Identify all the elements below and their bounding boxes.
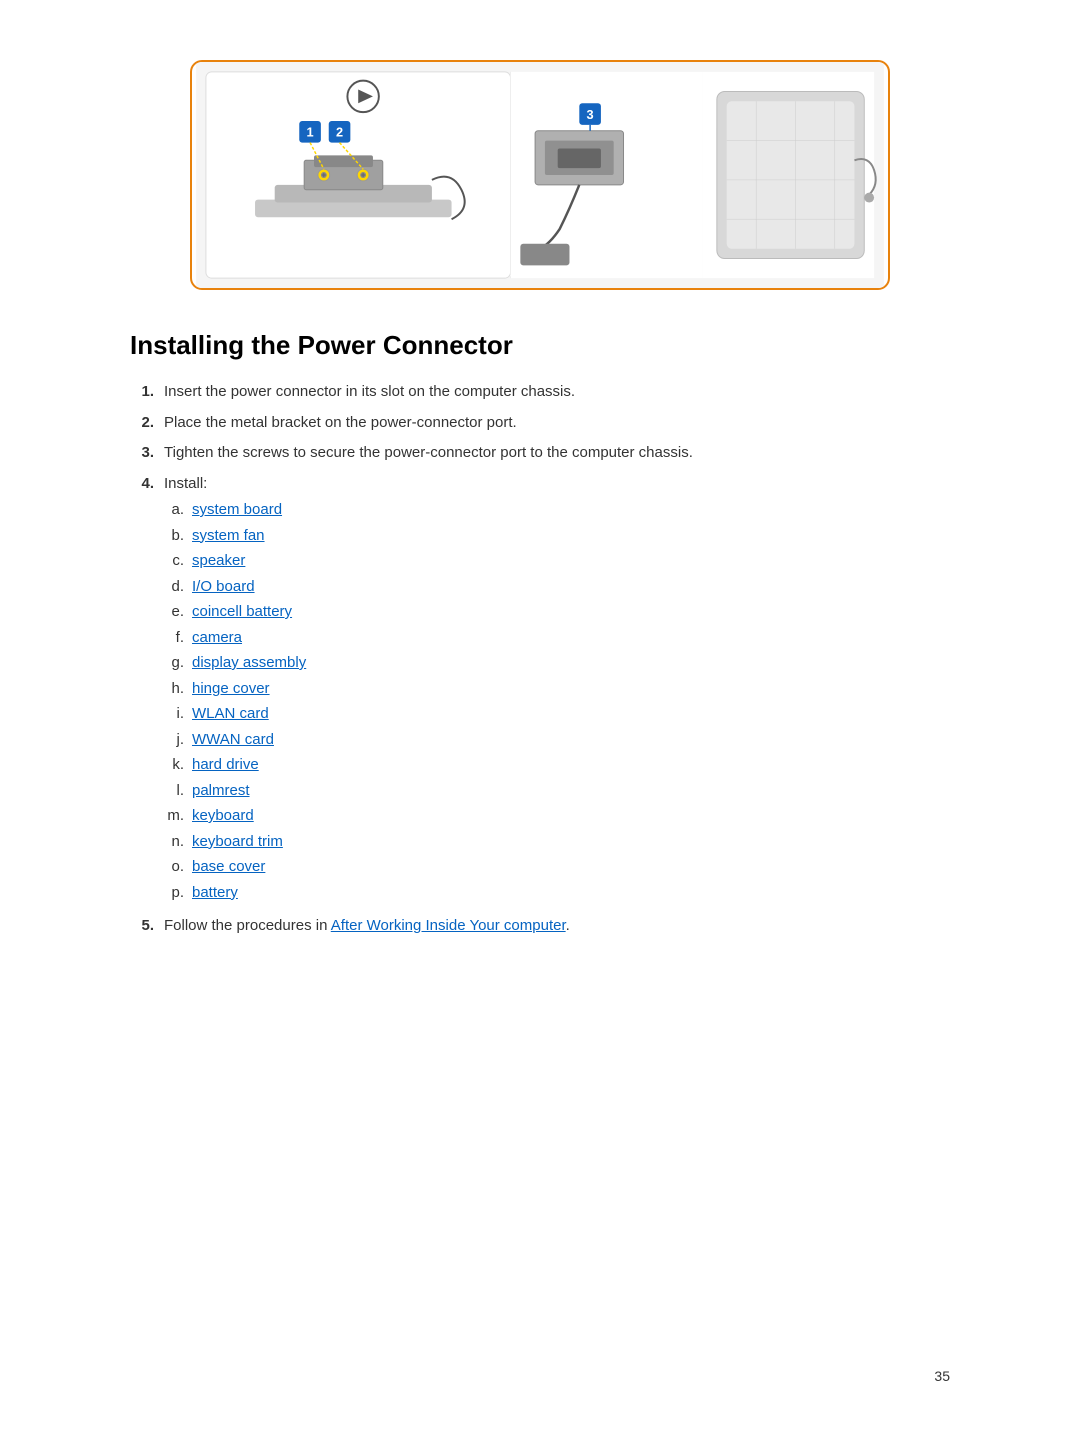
- diagram-illustration: 1 2 3: [192, 62, 888, 288]
- step-5-content: Follow the procedures in After Working I…: [164, 915, 950, 938]
- diagram-section: 1 2 3: [190, 60, 890, 290]
- link-system-board[interactable]: system board: [192, 501, 282, 518]
- sub-item-i: i. WLAN card: [164, 703, 950, 726]
- sub-label-d: d.: [164, 576, 184, 599]
- sub-label-e: e.: [164, 601, 184, 624]
- sub-item-n: n. keyboard trim: [164, 831, 950, 854]
- svg-text:1: 1: [307, 125, 314, 140]
- section-title: Installing the Power Connector: [130, 330, 950, 361]
- sub-label-b: b.: [164, 525, 184, 548]
- link-battery[interactable]: battery: [192, 884, 238, 901]
- svg-text:2: 2: [336, 125, 343, 140]
- sub-label-g: g.: [164, 652, 184, 675]
- step-4: Install: a. system board b. system fan c…: [130, 473, 950, 908]
- link-speaker[interactable]: speaker: [192, 552, 245, 569]
- sub-label-n: n.: [164, 831, 184, 854]
- link-camera[interactable]: camera: [192, 629, 242, 646]
- sub-item-g: g. display assembly: [164, 652, 950, 675]
- sub-item-p: p. battery: [164, 882, 950, 905]
- step-5-text-after: .: [566, 917, 570, 934]
- link-keyboard[interactable]: keyboard: [192, 807, 254, 824]
- sub-label-i: i.: [164, 703, 184, 726]
- link-system-fan[interactable]: system fan: [192, 527, 265, 544]
- sub-item-m: m. keyboard: [164, 805, 950, 828]
- step-1: Insert the power connector in its slot o…: [130, 381, 950, 404]
- sub-label-c: c.: [164, 550, 184, 573]
- sub-item-l: l. palmrest: [164, 780, 950, 803]
- sub-item-o: o. base cover: [164, 856, 950, 879]
- sub-label-m: m.: [164, 805, 184, 828]
- sub-label-j: j.: [164, 729, 184, 752]
- link-wwan-card[interactable]: WWAN card: [192, 731, 274, 748]
- page-number: 35: [934, 1368, 950, 1384]
- step-5: Follow the procedures in After Working I…: [130, 915, 950, 938]
- sub-label-a: a.: [164, 499, 184, 522]
- step-2-text: Place the metal bracket on the power-con…: [164, 412, 950, 435]
- step-2: Place the metal bracket on the power-con…: [130, 412, 950, 435]
- sub-item-j: j. WWAN card: [164, 729, 950, 752]
- sub-item-e: e. coincell battery: [164, 601, 950, 624]
- sub-item-h: h. hinge cover: [164, 678, 950, 701]
- step-5-text-before: Follow the procedures in: [164, 917, 327, 934]
- sub-item-a: a. system board: [164, 499, 950, 522]
- svg-text:3: 3: [587, 107, 594, 122]
- install-sub-list: a. system board b. system fan c. speaker…: [164, 499, 950, 904]
- sub-label-k: k.: [164, 754, 184, 777]
- link-coincell-battery[interactable]: coincell battery: [192, 603, 292, 620]
- sub-item-k: k. hard drive: [164, 754, 950, 777]
- link-keyboard-trim[interactable]: keyboard trim: [192, 833, 283, 850]
- step-3: Tighten the screws to secure the power-c…: [130, 442, 950, 465]
- sub-item-d: d. I/O board: [164, 576, 950, 599]
- link-hinge-cover[interactable]: hinge cover: [192, 680, 270, 697]
- step-4-text: Install:: [164, 475, 207, 492]
- step-1-text: Insert the power connector in its slot o…: [164, 381, 950, 404]
- link-io-board[interactable]: I/O board: [192, 578, 255, 595]
- link-after-working[interactable]: After Working Inside Your computer: [331, 917, 566, 934]
- sub-item-b: b. system fan: [164, 525, 950, 548]
- link-display-assembly[interactable]: display assembly: [192, 654, 306, 671]
- sub-item-f: f. camera: [164, 627, 950, 650]
- sub-item-c: c. speaker: [164, 550, 950, 573]
- link-hard-drive[interactable]: hard drive: [192, 756, 259, 773]
- step-3-text: Tighten the screws to secure the power-c…: [164, 442, 950, 465]
- link-palmrest[interactable]: palmrest: [192, 782, 250, 799]
- steps-list: Insert the power connector in its slot o…: [130, 381, 950, 938]
- sub-label-l: l.: [164, 780, 184, 803]
- link-wlan-card[interactable]: WLAN card: [192, 705, 269, 722]
- sub-label-p: p.: [164, 882, 184, 905]
- sub-label-o: o.: [164, 856, 184, 879]
- link-base-cover[interactable]: base cover: [192, 858, 265, 875]
- page-container: 1 2 3: [0, 0, 1080, 1026]
- sub-label-h: h.: [164, 678, 184, 701]
- sub-label-f: f.: [164, 627, 184, 650]
